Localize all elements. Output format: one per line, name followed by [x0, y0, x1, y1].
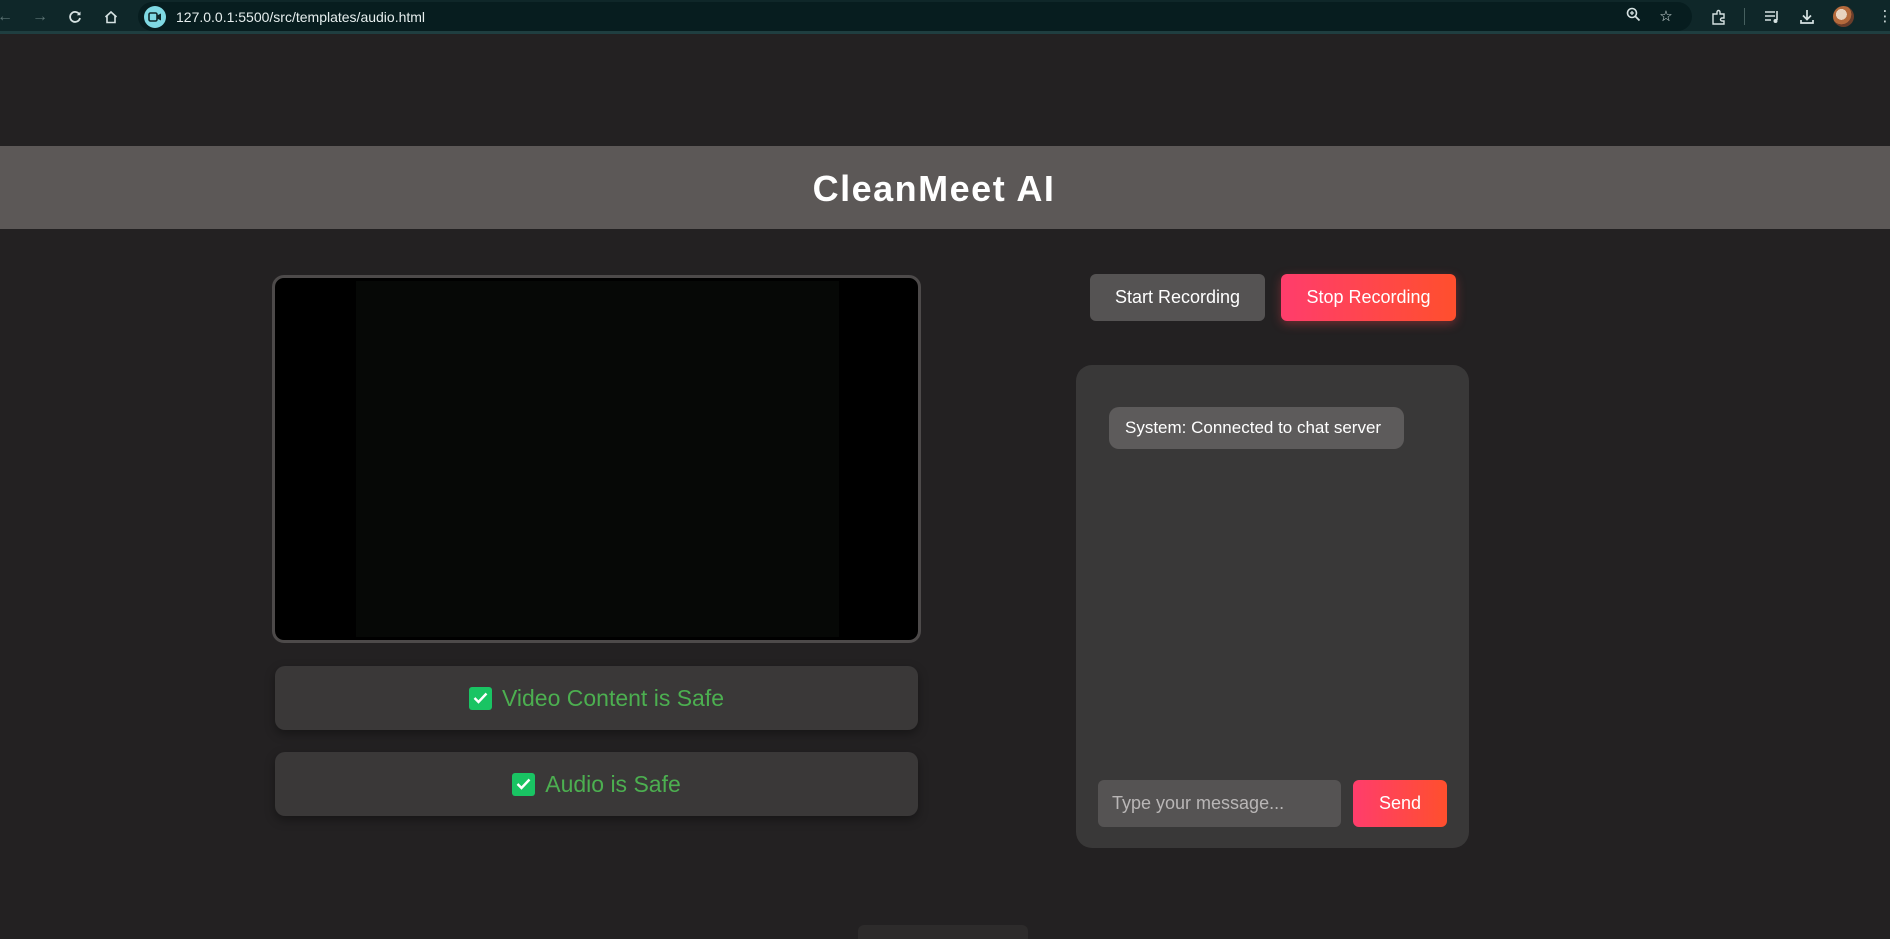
toolbar-divider — [1744, 8, 1745, 25]
site-info-icon[interactable] — [144, 6, 166, 28]
browser-menu-icon[interactable]: ⋮ — [1874, 6, 1890, 28]
checkbox-checked-icon — [468, 686, 492, 710]
address-bar[interactable]: 127.0.0.1:5500/src/templates/audio.html … — [138, 2, 1692, 31]
browser-toolbar: ← → 127.0.0.1:5500/src/templates/audio.h… — [0, 0, 1890, 34]
profile-avatar[interactable] — [1833, 6, 1854, 27]
bookmark-star-icon[interactable]: ☆ — [1656, 7, 1676, 27]
reload-icon[interactable] — [64, 6, 86, 28]
url-text: 127.0.0.1:5500/src/templates/audio.html — [176, 9, 426, 25]
stop-recording-button[interactable]: Stop Recording — [1281, 274, 1456, 321]
media-controls-icon[interactable] — [1761, 6, 1783, 28]
audio-status-card: Audio is Safe — [275, 752, 918, 816]
chat-panel: System: Connected to chat server Send — [1076, 365, 1469, 848]
video-status-card: Video Content is Safe — [275, 666, 918, 730]
forward-icon[interactable]: → — [29, 6, 51, 28]
video-preview — [272, 275, 921, 643]
send-button[interactable]: Send — [1353, 780, 1447, 827]
download-icon[interactable] — [1796, 6, 1818, 28]
page-title: CleanMeet AI — [812, 168, 1056, 209]
extensions-icon[interactable] — [1708, 6, 1730, 28]
start-recording-button[interactable]: Start Recording — [1090, 274, 1265, 321]
app-header: CleanMeet AI — [0, 146, 1890, 229]
chat-message-input[interactable] — [1098, 780, 1341, 827]
zoom-icon[interactable] — [1623, 7, 1643, 27]
audio-status-label: Audio is Safe — [545, 770, 681, 797]
video-feed — [356, 281, 839, 637]
checkbox-checked-icon — [512, 772, 536, 796]
home-icon[interactable] — [100, 6, 122, 28]
back-icon[interactable]: ← — [0, 6, 16, 28]
video-status-label: Video Content is Safe — [501, 684, 725, 711]
chat-message: System: Connected to chat server — [1109, 407, 1404, 449]
bottom-partial-element — [858, 925, 1028, 939]
